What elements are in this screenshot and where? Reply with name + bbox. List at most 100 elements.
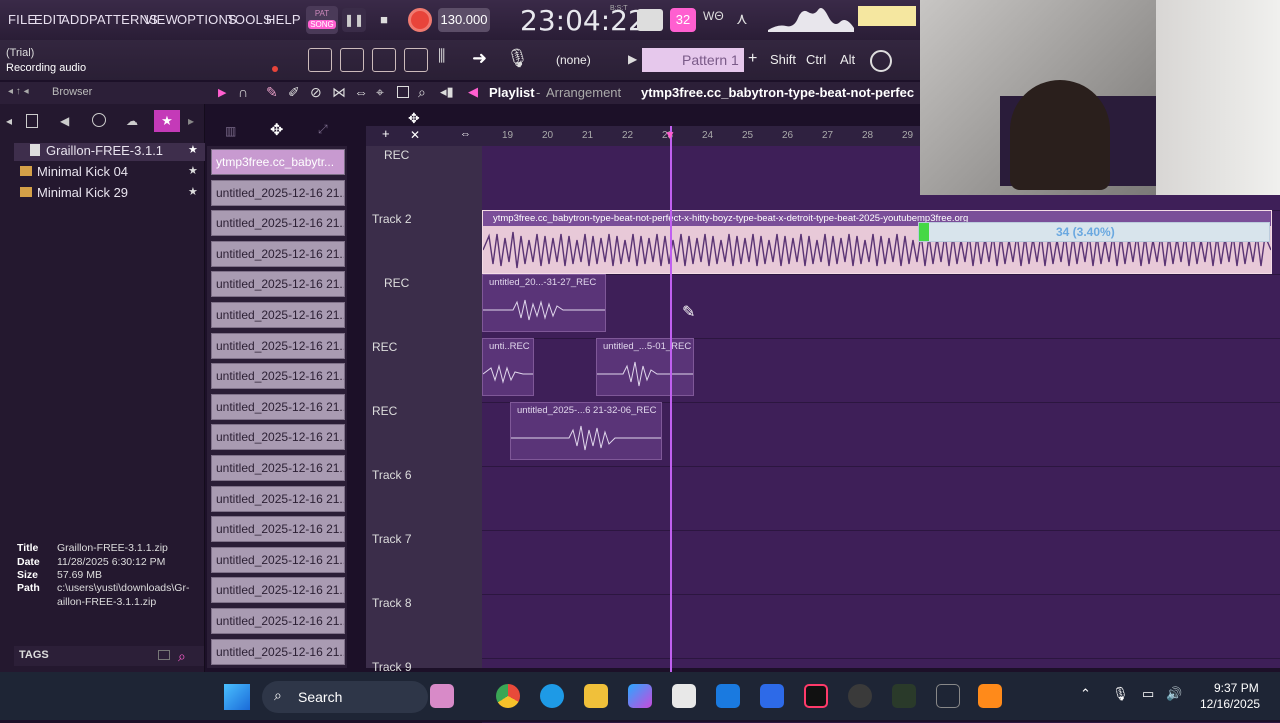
volume-icon[interactable]: 🔊	[1166, 686, 1182, 702]
track-label[interactable]: Track 7	[372, 532, 412, 546]
mic-tray-icon[interactable]: 🎙	[1112, 686, 1129, 702]
link-icon[interactable]: ⤢	[318, 122, 328, 137]
pause-button[interactable]: ❚❚	[342, 8, 366, 32]
mixer-icon[interactable]	[404, 48, 428, 72]
file-explorer-icon[interactable]	[584, 684, 608, 708]
app-icon[interactable]	[760, 684, 784, 708]
zoom-icon[interactable]: ⌕	[418, 84, 426, 101]
clip-picker-item[interactable]: untitled_2025-12-16 21...	[211, 302, 345, 328]
arrows-icon[interactable]: ✥	[408, 110, 420, 127]
globe-icon[interactable]	[92, 113, 106, 127]
arrow-right-icon[interactable]: ➜	[472, 48, 496, 72]
chrome-icon[interactable]	[496, 684, 520, 708]
speaker-icon[interactable]: ◀	[60, 114, 69, 128]
star-icon[interactable]: ★	[188, 164, 198, 177]
clip-picker-item[interactable]: untitled_2025-12-16 21...	[211, 332, 345, 359]
browser-back-icon[interactable]: ◂	[6, 114, 12, 128]
track-label[interactable]: Track 8	[372, 596, 412, 610]
rec-clip-2[interactable]: unti..REC	[482, 338, 534, 396]
clip-picker-item[interactable]: untitled_2025-12-16 21...	[211, 546, 345, 573]
keyboard-icon[interactable]	[637, 9, 663, 31]
close-icon[interactable]: ✕	[410, 128, 420, 142]
metronome-icon[interactable]: ⋏	[736, 9, 762, 31]
picker-icon[interactable]: ▥	[225, 124, 236, 138]
stop-button[interactable]: ■	[372, 8, 396, 32]
shift-button[interactable]: Shift	[770, 52, 796, 67]
windows-start-icon[interactable]	[224, 684, 250, 710]
clip-picker-item[interactable]: untitled_2025-12-16 21...	[211, 271, 345, 298]
track-label[interactable]: REC	[384, 276, 409, 290]
network-icon[interactable]: ▭	[1142, 686, 1154, 702]
browser-item-kick04[interactable]: Minimal Kick 04	[37, 164, 128, 179]
star-icon[interactable]: ★	[188, 143, 198, 156]
search-icon[interactable]: ⌕	[178, 648, 196, 666]
clock-time[interactable]: 9:37 PM	[1214, 681, 1259, 695]
playlist-icon[interactable]	[308, 48, 332, 72]
clip-picker-item[interactable]: untitled_2025-12-16 21...	[211, 424, 345, 451]
track-label[interactable]: Track 6	[372, 468, 412, 482]
track-label[interactable]: REC	[372, 340, 397, 354]
menu-view[interactable]: VIEW	[144, 12, 178, 27]
clip-picker-item[interactable]: untitled_2025-12-16 21...	[211, 485, 345, 512]
store-icon[interactable]	[672, 684, 696, 708]
browser-nav-icon[interactable]: ◂ ↑ ◂	[8, 86, 29, 97]
alt-button[interactable]: Alt	[840, 52, 855, 67]
edge-icon[interactable]	[540, 684, 564, 708]
copilot-icon[interactable]	[628, 684, 652, 708]
rec-clip-3[interactable]: untitled_...5-01_REC	[596, 338, 694, 396]
app-tray-icon[interactable]	[936, 684, 960, 708]
rec-clip-4[interactable]: untitled_2025-...6 21-32-06_REC	[510, 402, 662, 460]
obs-icon[interactable]	[848, 684, 872, 708]
help-icon[interactable]	[870, 50, 892, 72]
microphone-icon[interactable]: 🎙	[506, 48, 529, 72]
delete-icon[interactable]: ⊘	[310, 84, 322, 101]
taskbar-widget-icon[interactable]	[430, 684, 454, 708]
clip-picker-item[interactable]: untitled_2025-12-16 21...	[211, 455, 345, 481]
clock-date[interactable]: 12/16/2025	[1200, 697, 1260, 711]
tiktok-icon[interactable]	[804, 684, 828, 708]
pat-song-toggle[interactable]: PAT SONG	[306, 6, 338, 34]
clip-picker-item[interactable]: untitled_2025-12-16 21...	[211, 577, 345, 604]
menu-file[interactable]: FILE	[8, 12, 36, 27]
magnet-icon[interactable]: ∩	[238, 84, 248, 100]
playback-icon[interactable]: ◂▮	[440, 84, 454, 100]
discord-icon[interactable]	[892, 684, 916, 708]
fl-studio-icon[interactable]	[978, 684, 1002, 708]
cpu-meter[interactable]: 32	[670, 8, 696, 32]
clip-picker-item[interactable]: untitled_2025-12-16 21...	[211, 516, 345, 543]
pencil-icon[interactable]: ✎	[266, 84, 278, 101]
piano-roll-icon[interactable]	[372, 48, 396, 72]
menu-add[interactable]: ADD	[61, 12, 89, 27]
taskbar-search[interactable]: ⌕ Search	[262, 681, 428, 713]
ctrl-button[interactable]: Ctrl	[806, 52, 826, 67]
clip-picker-item[interactable]: untitled_2025-12-16 21...	[211, 608, 345, 634]
rec-clip-1[interactable]: untitled_20...-31-27_REC	[482, 274, 606, 332]
wait-icon[interactable]: WΘ	[703, 9, 729, 31]
tray-chevron-icon[interactable]: ⌃	[1080, 686, 1091, 702]
file-icon[interactable]	[26, 114, 38, 128]
clip-picker-item[interactable]: untitled_2025-12-16 21...	[211, 363, 345, 390]
track-label[interactable]: REC	[384, 148, 409, 162]
clip-picker-item[interactable]: untitled_2025-12-16 21...	[211, 240, 345, 267]
track-label[interactable]: REC	[372, 404, 397, 418]
folder-icon[interactable]	[158, 650, 170, 660]
browser-forward-icon[interactable]: ▸	[188, 114, 194, 128]
resize-icon[interactable]: ⇔	[460, 128, 471, 140]
playhead-marker-icon[interactable]: ▼	[664, 128, 676, 142]
favorites-star-icon[interactable]: ★	[154, 110, 180, 132]
clip-picker-item[interactable]: untitled_2025-12-16 21...	[211, 179, 345, 206]
channel-rack-icon[interactable]	[340, 48, 364, 72]
select-icon[interactable]	[397, 86, 409, 98]
plugin-icon[interactable]: ⫼	[438, 48, 462, 72]
move-icon[interactable]: ✥	[270, 120, 283, 140]
browser-item-kick29[interactable]: Minimal Kick 29	[37, 185, 128, 200]
instrument-icon[interactable]: ◀	[468, 84, 478, 100]
beat-audio-clip[interactable]: ytmp3free.cc_babytron-type-beat-not-perf…	[482, 210, 1272, 274]
play-pattern-icon[interactable]: ▶	[628, 52, 637, 66]
add-track-icon[interactable]: +	[382, 126, 390, 141]
mute-icon[interactable]: ⋈	[332, 84, 346, 101]
track-label[interactable]: Track 2	[372, 212, 412, 226]
playhead[interactable]	[670, 126, 672, 672]
timeline-ruler[interactable]	[366, 126, 920, 146]
browser-item-graillon[interactable]: Graillon-FREE-3.1.1	[46, 143, 163, 158]
